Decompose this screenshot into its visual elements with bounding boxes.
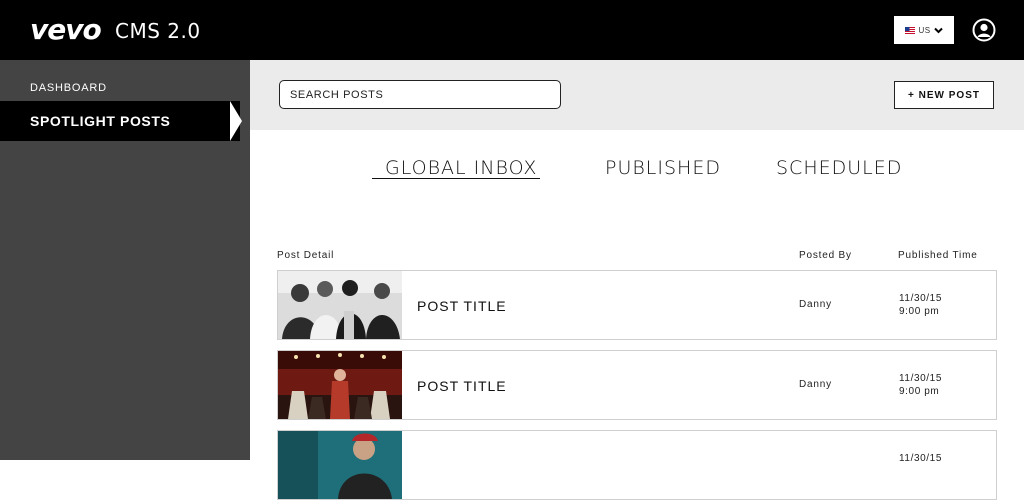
new-post-button[interactable]: + NEW POST: [894, 81, 994, 109]
tab-scheduled[interactable]: SCHEDULED: [776, 156, 902, 180]
published-date: 11/30/15: [899, 453, 942, 464]
published-time: 11/30/15 9:00 pm: [899, 292, 942, 318]
user-icon[interactable]: [972, 18, 996, 42]
tab-global-inbox[interactable]: GLOBAL INBOX: [385, 156, 537, 180]
column-header-published-time: Published Time: [898, 250, 978, 261]
active-tab-underline: [372, 178, 540, 179]
sidebar-item-dashboard[interactable]: DASHBOARD: [0, 80, 250, 100]
vevo-logo[interactable]: vevo: [30, 14, 102, 46]
posted-by: Danny: [799, 379, 832, 390]
active-indicator-arrow: [230, 101, 242, 141]
post-thumbnail: [278, 351, 402, 419]
post-title: POST TITLE: [417, 298, 507, 314]
search-input[interactable]: [279, 80, 561, 109]
column-header-post-detail: Post Detail: [277, 250, 335, 261]
table-row[interactable]: POST TITLE Danny 11/30/15 9:00 pm: [277, 270, 997, 340]
toolbar: + NEW POST: [250, 60, 1024, 130]
sidebar: DASHBOARD SPOTLIGHT POSTS: [0, 60, 250, 460]
tab-published[interactable]: PUBLISHED: [605, 156, 721, 180]
app-version-label: CMS 2.0: [115, 19, 201, 43]
table-row[interactable]: POST TITLE Danny 11/30/15 9:00 pm: [277, 350, 997, 420]
chevron-down-icon: [933, 27, 943, 33]
published-hour: 9:00 pm: [899, 306, 940, 317]
published-date: 11/30/15: [899, 293, 942, 304]
published-time: 11/30/15 9:00 pm: [899, 372, 942, 398]
table-row[interactable]: 11/30/15: [277, 430, 997, 500]
post-thumbnail: [278, 271, 402, 339]
post-thumbnail: [278, 431, 402, 499]
top-bar: vevo CMS 2.0 US: [0, 0, 1024, 60]
sidebar-item-spotlight-posts[interactable]: SPOTLIGHT POSTS: [0, 101, 240, 141]
column-header-posted-by: Posted By: [799, 250, 852, 261]
locale-select[interactable]: US: [894, 16, 954, 44]
locale-label: US: [918, 25, 931, 35]
posted-by: Danny: [799, 299, 832, 310]
published-hour: 9:00 pm: [899, 386, 940, 397]
us-flag-icon: [905, 26, 916, 34]
published-date: 11/30/15: [899, 373, 942, 384]
published-time: 11/30/15: [899, 452, 942, 465]
post-title: POST TITLE: [417, 378, 507, 394]
